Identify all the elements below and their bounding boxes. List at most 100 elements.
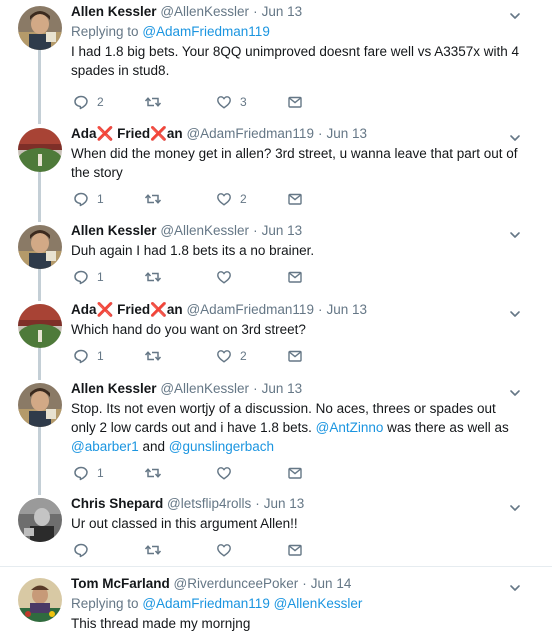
replie-count: 1 [97,270,104,284]
direct-message-button[interactable] [287,464,303,482]
author-handle[interactable]: @AllenKessler [160,223,249,238]
author-name-part: Tom McFarland [71,576,170,591]
author-name-part: an [166,302,183,317]
tweet-text: I had 1.8 big bets. Your 8QQ unimproved … [71,44,520,78]
direct-message-button[interactable] [287,190,303,208]
envelope-icon [287,269,303,285]
avatar[interactable] [18,383,62,427]
author-handle[interactable]: @RiverdunceePoker [174,576,299,591]
retweet-button[interactable] [144,190,170,208]
mention-link[interactable]: @AllenKessler [274,596,363,611]
like-button[interactable]: 2 [216,347,247,365]
reply-icon [73,348,89,364]
direct-message-button[interactable] [287,541,303,559]
author-name[interactable]: Ada❌ Fried❌an [71,126,183,141]
tweet-text: Which hand do you want on 3rd street? [71,322,306,337]
tweet-date[interactable]: Jun 13 [262,223,303,238]
retweet-button[interactable] [144,347,170,365]
x-mark-emoji: ❌ [150,126,167,141]
tweet-content: Chris Shepard @letsflip4rolls · Jun 13 Ur o… [71,495,522,533]
more-options-chevron-icon[interactable] [508,581,522,595]
tweet-actions: 1 [71,268,331,286]
more-options-chevron-icon[interactable] [508,228,522,242]
avatar[interactable] [18,498,62,542]
x-mark-emoji: ❌ [96,126,114,141]
reply-button[interactable] [73,541,97,559]
reply-button[interactable]: 1 [73,347,104,365]
author-name[interactable]: Allen Kessler [71,223,157,238]
author-handle[interactable]: @letsflip4rolls [167,496,251,511]
like-button[interactable] [216,541,240,559]
tweet-thread: Allen Kessler @AllenKessler · Jun 13 Replyi… [0,0,552,638]
mention-link[interactable]: @gunslingerbach [169,439,274,454]
mention-link[interactable]: @AntZinno [316,420,384,435]
avatar[interactable] [18,6,62,50]
mention-link[interactable]: @AdamFriedman119 [142,24,270,39]
tweet-header: Chris Shepard @letsflip4rolls · Jun 13 [71,495,522,513]
avatar[interactable] [18,225,62,269]
replie-count: 2 [97,95,104,109]
more-options-chevron-icon[interactable] [508,9,522,23]
tweet-date[interactable]: Jun 13 [326,302,367,317]
tweet-separator [0,566,552,567]
replie-count: 1 [97,349,104,363]
thread-connector-line [38,269,41,301]
envelope-icon [287,348,303,364]
tweet-date[interactable]: Jun 13 [264,496,305,511]
tweet-text: Duh again I had 1.8 bets its a no braine… [71,243,315,258]
mention-link[interactable]: @abarber1 [71,439,139,454]
author-name[interactable]: Chris Shepard [71,496,163,511]
more-options-chevron-icon[interactable] [508,386,522,400]
envelope-icon [287,542,303,558]
retweet-button[interactable] [144,268,170,286]
tweet-date[interactable]: Jun 13 [262,381,303,396]
like-button[interactable]: 3 [216,93,247,111]
author-handle[interactable]: @AdamFriedman119 [186,302,314,317]
replying-to-label: Replying to [71,596,139,611]
retweet-icon [144,191,162,207]
more-options-chevron-icon[interactable] [508,131,522,145]
reply-button[interactable]: 1 [73,190,104,208]
retweet-button[interactable] [144,541,170,559]
author-name[interactable]: Tom McFarland [71,576,170,591]
separator-dot: · [253,381,258,396]
like-button[interactable]: 2 [216,190,247,208]
reply-button[interactable]: 2 [73,93,104,111]
like-button[interactable] [216,464,240,482]
direct-message-button[interactable] [287,268,303,286]
thread-connector-line [38,427,41,495]
avatar[interactable] [18,128,62,172]
heart-icon [216,269,232,285]
retweet-button[interactable] [144,93,170,111]
x-mark-emoji: ❌ [96,302,114,317]
author-handle[interactable]: @AdamFriedman119 [186,126,314,141]
tweet-date[interactable]: Jun 14 [311,576,352,591]
avatar[interactable] [18,578,62,622]
retweet-button[interactable] [144,464,170,482]
direct-message-button[interactable] [287,347,303,365]
tweet-date[interactable]: Jun 13 [262,4,303,19]
tweet-date[interactable]: Jun 13 [326,126,367,141]
author-name-part: Ada [71,302,97,317]
heart-icon [216,465,232,481]
author-handle[interactable]: @AllenKessler [160,381,249,396]
like-button[interactable] [216,268,240,286]
more-options-chevron-icon[interactable] [508,501,522,515]
author-handle[interactable]: @AllenKessler [160,4,249,19]
envelope-icon [287,191,303,207]
reply-button[interactable]: 1 [73,268,104,286]
mention-link[interactable]: @AdamFriedman119 [142,596,270,611]
author-name[interactable]: Ada❌ Fried❌an [71,302,183,317]
retweet-icon [144,269,162,285]
author-name[interactable]: Allen Kessler [71,381,157,396]
direct-message-button[interactable] [287,93,303,111]
author-name[interactable]: Allen Kessler [71,4,157,19]
replie-count: 1 [97,466,104,480]
separator-dot: · [302,576,307,591]
heart-icon [216,94,232,110]
like-count: 3 [240,95,247,109]
reply-button[interactable]: 1 [73,464,104,482]
more-options-chevron-icon[interactable] [508,307,522,321]
reply-icon [73,94,89,110]
avatar[interactable] [18,304,62,348]
